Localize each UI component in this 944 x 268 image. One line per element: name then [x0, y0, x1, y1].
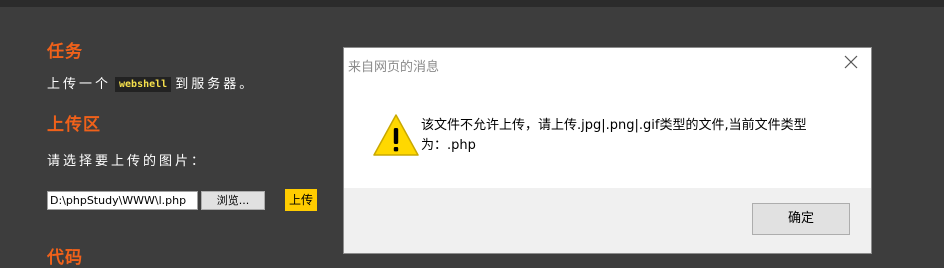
- alert-dialog: 来自网页的消息 该文件不允许上传，请上传.jpg|.png|.gif类型的文件,…: [343, 47, 872, 254]
- close-icon[interactable]: [841, 52, 861, 72]
- upload-form: D:\phpStudy\WWW\l.php 浏览... 上传: [47, 189, 318, 211]
- browse-button[interactable]: 浏览...: [201, 190, 265, 210]
- task-text-before: 上传一个: [47, 77, 112, 92]
- task-text-after: 到服务器。: [175, 77, 256, 92]
- code-heading: 代码: [47, 248, 83, 268]
- upload-button[interactable]: 上传: [285, 189, 318, 211]
- dialog-title: 来自网页的消息: [348, 60, 440, 75]
- dialog-footer: 确定: [344, 188, 871, 253]
- dialog-message: 该文件不允许上传，请上传.jpg|.png|.gif类型的文件,当前文件类型为：…: [421, 118, 807, 153]
- upload-prompt: 请选择要上传的图片：: [47, 154, 208, 169]
- file-path-input[interactable]: D:\phpStudy\WWW\l.php: [47, 190, 198, 210]
- task-description: 上传一个 webshell 到服务器。: [47, 73, 255, 92]
- warning-icon: [373, 114, 419, 156]
- dialog-body: 该文件不允许上传，请上传.jpg|.png|.gif类型的文件,当前文件类型为：…: [344, 81, 871, 188]
- ok-button[interactable]: 确定: [752, 203, 850, 235]
- upload-heading: 上传区: [47, 115, 101, 135]
- task-code: webshell: [115, 77, 172, 92]
- task-heading: 任务: [47, 42, 83, 62]
